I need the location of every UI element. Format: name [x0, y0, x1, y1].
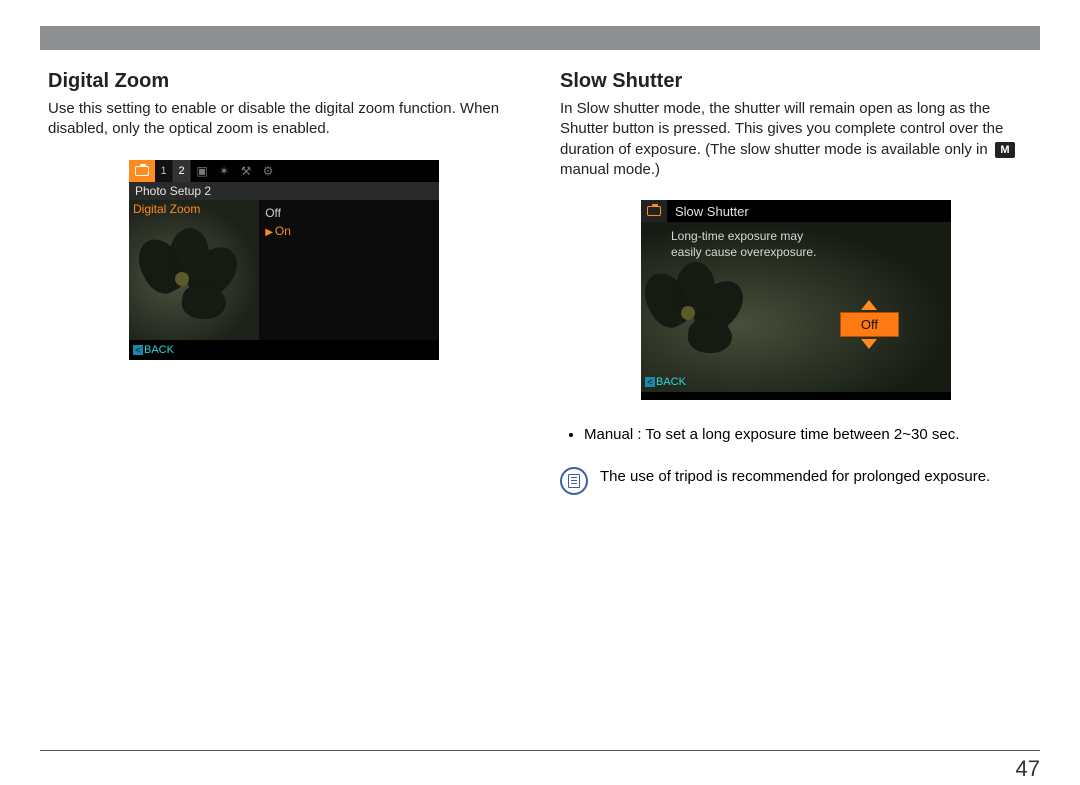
warn-line1: Long-time exposure may	[671, 229, 803, 243]
back-label: BACK	[144, 344, 174, 356]
camera-tab-icon	[641, 200, 667, 222]
option-on-label: On	[275, 224, 291, 238]
lcd-preview-panel: Digital Zoom	[129, 200, 259, 340]
value-selector: Off	[840, 300, 899, 349]
slow-shutter-description: In Slow shutter mode, the shutter will r…	[560, 99, 1032, 180]
left-column: Digital Zoom Use this setting to enable …	[48, 70, 520, 495]
back-indicator: <BACK	[133, 344, 174, 356]
manual-mode-badge: M	[995, 142, 1015, 158]
current-value-off: Off	[840, 312, 899, 337]
back-chevron-icon: <	[645, 377, 655, 387]
desc-text-pre: In Slow shutter mode, the shutter will r…	[560, 100, 1003, 158]
tripod-note: The use of tripod is recommended for pro…	[560, 467, 1032, 495]
note-text: The use of tripod is recommended for pro…	[600, 467, 990, 487]
back-chevron-icon: <	[133, 345, 143, 355]
bullet-list: Manual : To set a long exposure time bet…	[584, 424, 1032, 445]
tools-tab-icon: ✶	[213, 160, 235, 182]
video-tab-icon: ▣	[191, 160, 213, 182]
back-label: BACK	[656, 376, 686, 388]
camera-lcd-slow-shutter: Slow Shutter Long-time exposure may easi…	[641, 200, 951, 400]
arrow-down-icon	[861, 339, 877, 349]
document-icon	[568, 474, 580, 488]
footer-rule	[40, 750, 1040, 751]
camera-icon	[647, 206, 661, 216]
note-icon	[560, 467, 588, 495]
option-off: Off	[265, 204, 433, 222]
option-on-selected: ▶On	[265, 222, 433, 240]
top-grey-bar	[40, 26, 1040, 50]
slow-shutter-screenshot: Slow Shutter Long-time exposure may easi…	[560, 200, 1032, 400]
exposure-warning: Long-time exposure may easily cause over…	[671, 228, 816, 260]
setting-name-label: Digital Zoom	[133, 202, 200, 216]
lcd-options-panel: Off ▶On	[259, 200, 439, 340]
digital-zoom-screenshot: 1 2 ▣ ✶ ⚒ ⚙ Photo Setup 2 Digital Zoom	[48, 160, 520, 360]
selection-arrow-icon: ▶	[265, 227, 273, 238]
bullet-manual-exposure: Manual : To set a long exposure time bet…	[584, 424, 1032, 445]
two-column-content: Digital Zoom Use this setting to enable …	[40, 50, 1040, 495]
camera-lcd-digital-zoom: 1 2 ▣ ✶ ⚒ ⚙ Photo Setup 2 Digital Zoom	[129, 160, 439, 360]
lcd-body: Digital Zoom Off ▶On	[129, 200, 439, 340]
wrench-tab-icon: ⚒	[235, 160, 257, 182]
lcd2-title: Slow Shutter	[667, 204, 749, 219]
back-indicator: <BACK	[645, 376, 686, 388]
digital-zoom-description: Use this setting to enable or disable th…	[48, 99, 520, 140]
page-footer: 47	[40, 750, 1040, 751]
tab-1: 1	[155, 160, 173, 182]
desc-text-post: manual mode.)	[560, 161, 660, 178]
lcd-title: Photo Setup 2	[129, 182, 439, 200]
lcd2-header: Slow Shutter	[641, 200, 951, 222]
arrow-up-icon	[861, 300, 877, 310]
settings-tab-icon: ⚙	[257, 160, 279, 182]
right-column: Slow Shutter In Slow shutter mode, the s…	[560, 70, 1032, 495]
camera-tab-icon	[129, 160, 155, 182]
warn-line2: easily cause overexposure.	[671, 245, 816, 259]
tab-2: 2	[173, 160, 191, 182]
camera-icon	[135, 166, 149, 176]
page-number: 47	[1016, 756, 1040, 782]
lcd2-body: Long-time exposure may easily cause over…	[641, 222, 951, 392]
lcd-tab-bar: 1 2 ▣ ✶ ⚒ ⚙	[129, 160, 439, 182]
section-heading-slow-shutter: Slow Shutter	[560, 70, 1032, 93]
section-heading-digital-zoom: Digital Zoom	[48, 70, 520, 93]
manual-page: Digital Zoom Use this setting to enable …	[0, 0, 1080, 785]
